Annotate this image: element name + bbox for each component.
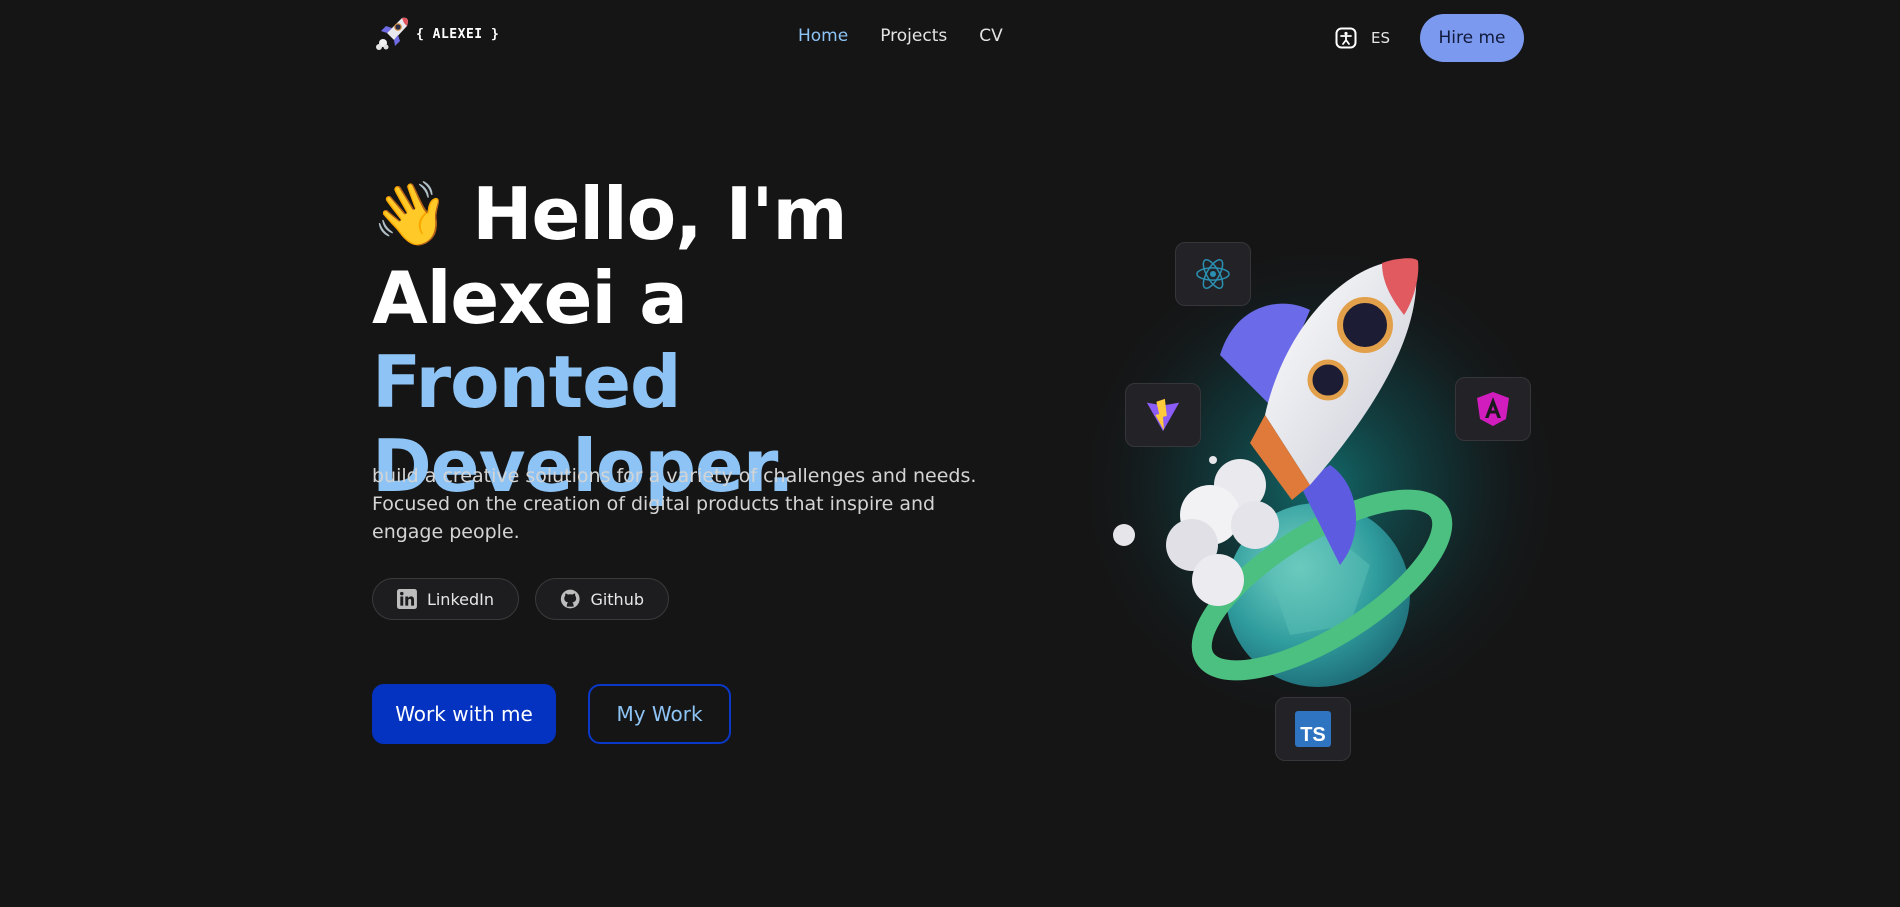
hero-title: 👋 Hello, I'm Alexei a Fronted Developer. bbox=[372, 172, 1012, 508]
nav-link-cv[interactable]: CV bbox=[979, 26, 1003, 46]
react-tech-badge bbox=[1175, 242, 1251, 306]
vite-tech-badge bbox=[1125, 383, 1201, 447]
waving-hand-icon: 👋 bbox=[372, 177, 449, 250]
rocket-icon bbox=[376, 17, 408, 50]
angular-icon bbox=[1477, 392, 1509, 426]
language-switcher[interactable]: ES bbox=[1371, 29, 1390, 47]
rocket-planet-illustration bbox=[1075, 240, 1565, 730]
react-icon bbox=[1196, 259, 1230, 289]
typescript-tech-badge: TS bbox=[1275, 697, 1351, 761]
github-button[interactable]: Github bbox=[535, 578, 669, 620]
my-work-button[interactable]: My Work bbox=[588, 684, 731, 744]
hero-title-greeting: Hello, I'm bbox=[472, 172, 847, 256]
github-label: Github bbox=[590, 589, 644, 609]
nav-link-home[interactable]: Home bbox=[798, 26, 848, 46]
accessibility-icon[interactable] bbox=[1335, 27, 1357, 49]
nav-link-projects[interactable]: Projects bbox=[880, 26, 947, 46]
linkedin-button[interactable]: LinkedIn bbox=[372, 578, 519, 620]
brand-name: { ALEXEI } bbox=[416, 26, 500, 42]
hire-me-button[interactable]: Hire me bbox=[1420, 14, 1524, 62]
navbar: { ALEXEI } Home Projects CV ES Hire me bbox=[0, 0, 1900, 75]
angular-tech-badge bbox=[1455, 377, 1531, 441]
brand-logo[interactable]: { ALEXEI } bbox=[372, 14, 499, 54]
typescript-label: TS bbox=[1300, 724, 1326, 746]
typescript-icon: TS bbox=[1295, 711, 1331, 747]
github-icon bbox=[560, 589, 580, 609]
linkedin-icon bbox=[397, 589, 417, 609]
linkedin-label: LinkedIn bbox=[426, 589, 494, 609]
hero-description: build a creative solutions for a variety… bbox=[372, 465, 977, 543]
work-with-me-button[interactable]: Work with me bbox=[372, 684, 556, 744]
nav-links: Home Projects CV bbox=[798, 26, 1003, 46]
hero-title-name: Alexei a bbox=[372, 256, 688, 340]
vite-icon bbox=[1146, 398, 1180, 432]
